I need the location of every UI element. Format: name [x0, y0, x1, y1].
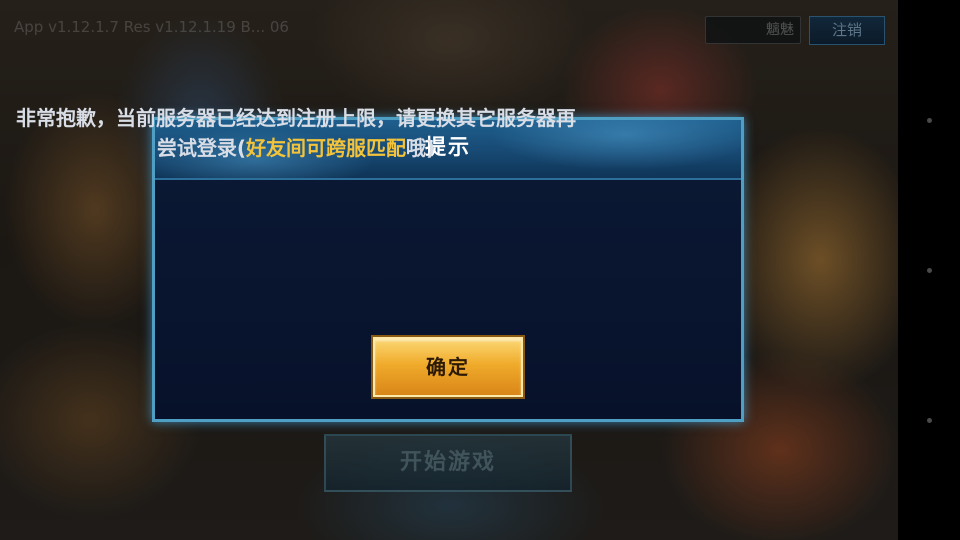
nav-home-icon[interactable]	[927, 268, 932, 273]
message-text-end: 哦)	[406, 136, 436, 160]
confirm-button[interactable]: 确定	[373, 337, 523, 397]
nav-recent-icon[interactable]	[927, 418, 932, 423]
nav-back-icon[interactable]	[927, 118, 932, 123]
game-screen: App v1.12.1.7 Res v1.12.1.19 B... 06 魑魅 …	[0, 0, 960, 540]
message-highlight: 好友间可跨服匹配	[246, 136, 406, 160]
dialog-message: 非常抱歉，当前服务器已经达到注册上限，请更换其它服务器再尝试登录(好友间可跨服匹…	[10, 103, 582, 163]
